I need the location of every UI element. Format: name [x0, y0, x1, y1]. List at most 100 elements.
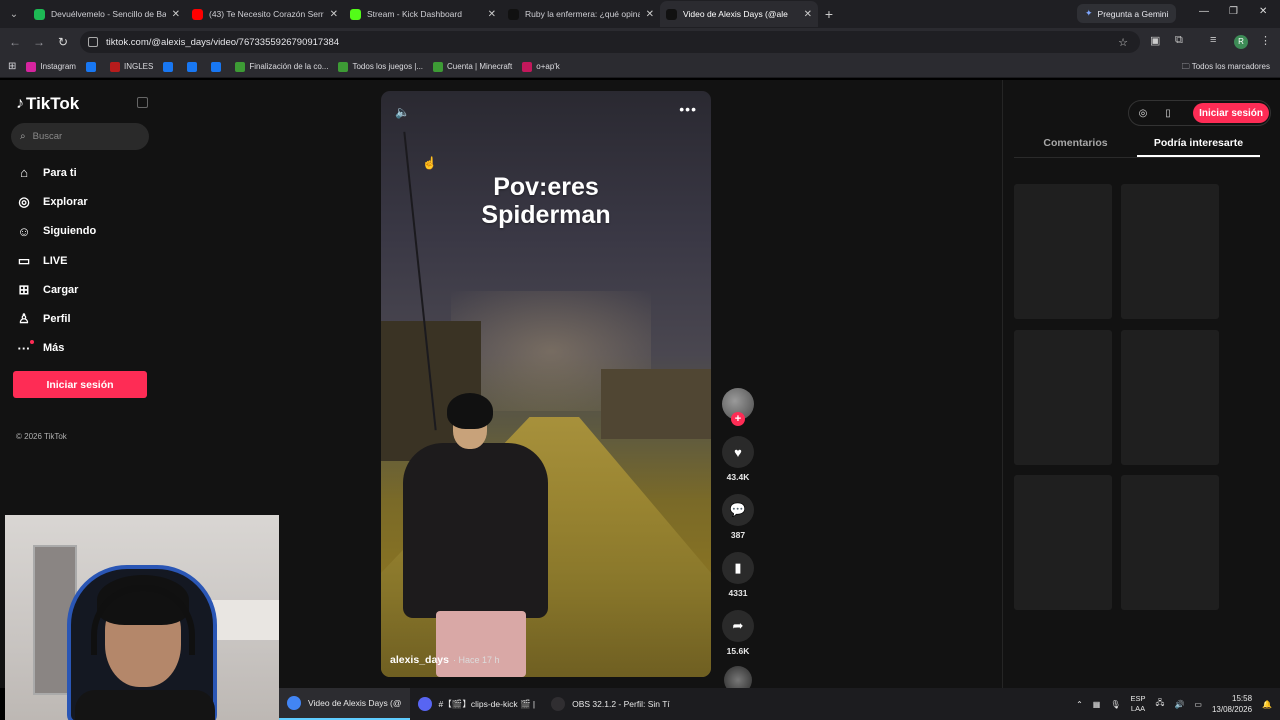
minimize-icon[interactable]: — — [1199, 6, 1209, 17]
site-info-icon[interactable] — [88, 37, 98, 47]
close-tab-icon[interactable]: ✕ — [804, 9, 812, 20]
browser-tab[interactable]: Devuélvemelo - Sencillo de Bat ✕ — [28, 1, 186, 27]
bookmark-item[interactable]: Todos los juegos |... — [338, 61, 423, 72]
battery-icon[interactable]: ▭ — [1194, 700, 1202, 709]
volume-icon[interactable]: 🔈 — [395, 105, 410, 119]
tab-title: Ruby la enfermera: ¿qué opinan — [525, 9, 640, 19]
sidebar-item[interactable]: ♙ Perfil — [16, 304, 156, 333]
bookmark-icon[interactable]: ▮ — [722, 552, 754, 584]
close-tab-icon[interactable]: ✕ — [488, 9, 496, 20]
bookmark-favicon-icon — [187, 61, 198, 72]
browser-tab[interactable]: Video de Alexis Days (@ale ✕ — [660, 1, 818, 27]
media-icon[interactable]: ▣ — [1150, 34, 1160, 47]
network-icon[interactable]: 🖧 — [1156, 697, 1165, 711]
browser-tab[interactable]: Ruby la enfermera: ¿qué opinan ✕ — [502, 1, 660, 27]
author-name[interactable]: alexis_days — [390, 654, 449, 666]
url-bar[interactable]: tiktok.com/@alexis_days/video/7673355926… — [80, 31, 1140, 53]
like-action[interactable]: ♥ 43.4K — [721, 436, 755, 482]
suggested-thumb[interactable] — [1014, 184, 1112, 319]
suggested-thumb[interactable] — [1121, 184, 1219, 319]
url-text[interactable]: tiktok.com/@alexis_days/video/7673355926… — [106, 37, 339, 48]
bookmark-item[interactable] — [211, 61, 225, 72]
browser-tab[interactable]: Stream - Kick Dashboard ✕ — [344, 1, 502, 27]
reload-icon[interactable]: ↻ — [51, 35, 75, 49]
close-tab-icon[interactable]: ✕ — [172, 9, 180, 20]
login-button[interactable]: Iniciar sesión — [13, 371, 147, 398]
clock[interactable]: 15:58 13/08/2026 — [1212, 693, 1252, 715]
extensions-icon[interactable]: ⧉ — [1175, 34, 1183, 47]
taskbar-app[interactable]: OBS 32.1.2 - Perfil: Sin Tí — [543, 688, 678, 720]
gemini-button[interactable]: ✦ Pregunta a Gemini — [1077, 4, 1177, 23]
profile-avatar[interactable]: R — [1234, 35, 1248, 49]
microphone-icon[interactable]: 🎙 — [1110, 700, 1120, 709]
author-avatar-wrap[interactable]: + — [722, 388, 754, 426]
bookmark-star-icon[interactable]: ☆ — [1118, 36, 1128, 49]
close-window-icon[interactable]: ✕ — [1259, 6, 1267, 17]
chrome-menu-icon[interactable]: ⋮ — [1260, 34, 1271, 47]
close-tab-icon[interactable]: ✕ — [330, 9, 338, 20]
video-author[interactable]: alexis_days · Hace 17 h — [390, 654, 500, 666]
more-icon: ··· — [16, 339, 34, 356]
reading-list-icon[interactable]: ≡ — [1210, 34, 1216, 46]
tab-title: (43) Te Necesito Corazón Serra — [209, 9, 324, 19]
discord-icon — [417, 697, 432, 711]
sidebar-item[interactable]: ⌂ Para ti — [16, 158, 156, 187]
notification-icon[interactable]: 🔔 — [1262, 700, 1272, 709]
tray-chevron-icon[interactable]: ⌃ — [1076, 700, 1083, 709]
save-action[interactable]: ▮ 4331 — [721, 552, 755, 598]
bookmark-item[interactable]: INGLES — [109, 61, 153, 72]
tiktok-logo[interactable]: ♪ TikTok — [16, 94, 79, 114]
sidebar-item[interactable]: ◎ Explorar — [16, 187, 156, 216]
comment-action[interactable]: 💬 387 — [721, 494, 755, 540]
video-player[interactable]: Pov:eres Spiderman 🔈 ••• ☝ alexis_days · … — [381, 91, 711, 677]
suggested-thumb[interactable] — [1014, 475, 1112, 610]
more-options-icon[interactable]: ••• — [679, 101, 697, 117]
sidebar-item[interactable]: ☺ Siguiendo — [16, 217, 156, 246]
share-action[interactable]: ➦ 15.6K — [721, 610, 755, 656]
coin-icon[interactable]: ◎ — [1132, 108, 1154, 119]
follow-plus-icon[interactable]: + — [731, 412, 745, 426]
new-tab-button[interactable]: + — [818, 6, 840, 22]
bookmark-item[interactable] — [85, 61, 100, 72]
bookmark-item[interactable]: Instagram — [26, 61, 76, 72]
video-person-hair — [447, 393, 493, 429]
share-icon[interactable]: ➦ — [722, 610, 754, 642]
close-tab-icon[interactable]: ✕ — [646, 9, 654, 20]
home-icon: ⌂ — [20, 165, 28, 181]
tab-search-icon[interactable]: ⌄ — [0, 0, 28, 28]
sidebar-item-label: Perfil — [43, 313, 71, 326]
suggested-thumb[interactable] — [1121, 475, 1219, 610]
taskbar-app[interactable]: Video de Alexis Days (@ — [279, 688, 410, 720]
video-person-body — [403, 443, 548, 618]
apps-grid-icon[interactable]: ⊞ — [8, 61, 16, 72]
browser-tab[interactable]: (43) Te Necesito Corazón Serra ✕ — [186, 1, 344, 27]
heart-icon[interactable]: ♥ — [722, 436, 754, 468]
suggested-thumb[interactable] — [1014, 330, 1112, 465]
tray-app-icon[interactable]: ▦ — [1093, 700, 1101, 709]
search-box[interactable]: ⌕ — [11, 123, 149, 150]
back-icon[interactable]: ← — [3, 35, 27, 49]
right-panel-tab[interactable]: Comentarios — [1014, 132, 1137, 157]
forward-icon[interactable]: → — [27, 35, 51, 49]
maximize-icon[interactable]: ❐ — [1229, 6, 1238, 17]
taskbar-app[interactable]: #【🎬】clips-de-kick 🎬 | — [410, 688, 544, 720]
bookmark-item[interactable] — [187, 61, 201, 72]
top-right-controls: ◎ ▯ Iniciar sesión — [1128, 100, 1271, 126]
sidebar-item[interactable]: ··· Más — [16, 334, 156, 363]
language-indicator[interactable]: ESP LAA — [1131, 694, 1146, 714]
comment-icon[interactable]: 💬 — [722, 494, 754, 526]
sidebar-item[interactable]: ⊞ Cargar — [16, 275, 156, 304]
bookmark-item[interactable]: o+ap'k — [522, 61, 560, 72]
device-icon[interactable]: ▯ — [1157, 108, 1179, 119]
bookmark-item[interactable] — [163, 61, 177, 72]
sidebar-item[interactable]: ▭ LIVE — [16, 246, 156, 275]
bookmark-item[interactable]: Finalización de la co... — [235, 61, 328, 72]
search-input[interactable] — [32, 131, 133, 142]
bookmark-item[interactable]: Cuenta | Minecraft — [433, 61, 512, 72]
collapse-sidebar-icon[interactable] — [137, 97, 148, 108]
right-panel-tab[interactable]: Podría interesarte — [1137, 132, 1260, 157]
suggested-thumb[interactable] — [1121, 330, 1219, 465]
header-login-button[interactable]: Iniciar sesión — [1193, 103, 1269, 123]
all-bookmarks[interactable]: 🗀 Todos los marcadores — [1182, 61, 1270, 75]
speaker-icon[interactable]: 🔊 — [1174, 700, 1184, 709]
